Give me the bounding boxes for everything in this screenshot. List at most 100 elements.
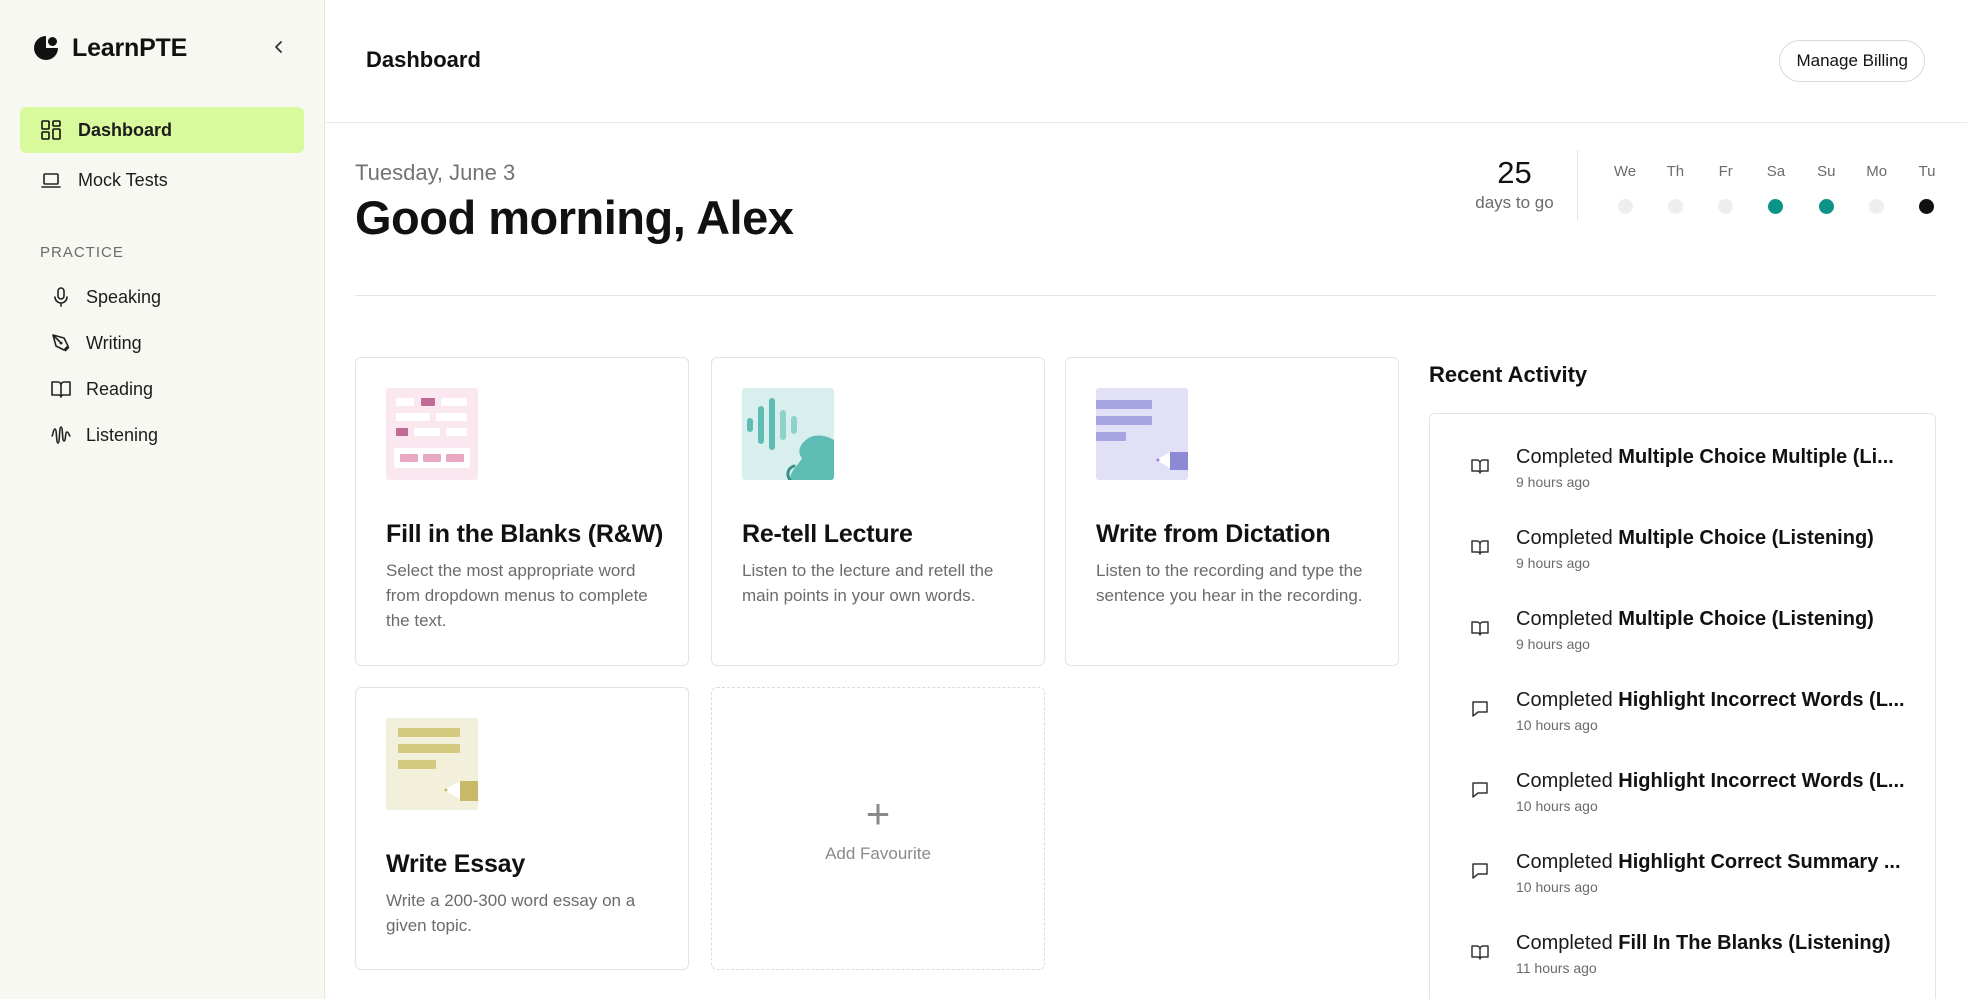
nav-item-label: Mock Tests xyxy=(78,169,168,190)
streak-day-label: Tu xyxy=(1918,163,1936,180)
activity-item[interactable]: Completed Fill In The Blanks (Listening)… xyxy=(1470,932,1900,992)
activity-item[interactable]: Completed Highlight Correct Summary ... 1… xyxy=(1470,851,1901,911)
activity-item[interactable]: Completed Highlight Incorrect Words (L..… xyxy=(1470,770,1905,830)
activity-prefix: Completed xyxy=(1516,527,1613,549)
favourite-card-re-tell-lecture[interactable]: Re-tell Lecture Listen to the lecture an… xyxy=(711,357,1045,666)
activity-time: 9 hours ago xyxy=(1516,636,1590,652)
activity-name: Highlight Incorrect Words (L... xyxy=(1618,770,1905,792)
streak-day-label: Su xyxy=(1817,163,1836,180)
streak-dot xyxy=(1718,199,1734,214)
streak-day: Tu xyxy=(1907,163,1947,214)
sidebar-item-label: Listening xyxy=(86,424,159,445)
sidebar-item-label: Writing xyxy=(86,332,142,353)
streak-day: Su xyxy=(1806,163,1846,214)
chat-icon xyxy=(1470,780,1490,800)
activity-prefix: Completed xyxy=(1516,932,1613,954)
microphone-icon xyxy=(54,287,68,307)
activity-text: Completed Multiple Choice Multiple (Li..… xyxy=(1516,446,1906,469)
section-divider xyxy=(355,295,1936,296)
nav-item-dashboard[interactable]: Dashboard xyxy=(20,107,304,153)
activity-text: Completed Highlight Incorrect Words (L..… xyxy=(1516,770,1906,793)
card-title: Write Essay xyxy=(386,850,526,878)
activity-text: Completed Multiple Choice (Listening) xyxy=(1516,527,1906,550)
favourite-card-write-from-dictation[interactable]: Write from Dictation Listen to the recor… xyxy=(1065,357,1399,666)
activity-prefix: Completed xyxy=(1516,608,1613,630)
laptop-icon xyxy=(41,173,61,188)
activity-text: Completed Fill In The Blanks (Listening) xyxy=(1516,932,1906,955)
add-favourite-button[interactable]: + Add Favourite xyxy=(711,687,1045,970)
chat-icon xyxy=(1470,699,1490,719)
brand-name: LearnPTE xyxy=(72,33,188,62)
card-title: Write from Dictation xyxy=(1096,520,1331,548)
streak-day-label: We xyxy=(1613,163,1637,180)
activity-item[interactable]: Completed Multiple Choice (Listening) 9 h… xyxy=(1470,608,1900,668)
streak-dot xyxy=(1818,199,1834,214)
add-favourite-label: Add Favourite xyxy=(825,843,931,863)
nav-item-mock-tests[interactable]: Mock Tests xyxy=(20,157,304,203)
countdown-label: days to go xyxy=(1475,193,1554,212)
logo-icon xyxy=(34,36,58,60)
book-icon xyxy=(1470,537,1490,557)
sidebar-item-speaking[interactable]: Speaking xyxy=(30,277,300,317)
chevron-left-icon xyxy=(275,41,282,53)
activity-name: Multiple Choice (Listening) xyxy=(1618,527,1874,549)
activity-prefix: Completed xyxy=(1516,689,1613,711)
activity-item[interactable]: Completed Highlight Incorrect Words (L..… xyxy=(1470,689,1905,749)
activity-prefix: Completed xyxy=(1516,446,1613,468)
book-icon xyxy=(1470,942,1490,962)
streak-dot xyxy=(1869,199,1885,214)
favourite-card-write-essay[interactable]: Write Essay Write a 200-300 word essay o… xyxy=(355,687,689,970)
streak-dot xyxy=(1617,199,1633,214)
activity-name: Multiple Choice Multiple (Li... xyxy=(1618,446,1894,468)
countdown-divider xyxy=(1577,150,1578,220)
sidebar-item-reading[interactable]: Reading xyxy=(30,369,300,409)
card-description: Listen to the recording and type the sen… xyxy=(1096,561,1363,605)
pen-icon xyxy=(52,334,70,352)
activity-name: Fill In The Blanks (Listening) xyxy=(1618,932,1891,954)
activity-time: 11 hours ago xyxy=(1516,960,1597,976)
collapse-sidebar-button[interactable] xyxy=(268,36,290,58)
card-description: Select the most appropriate word from dr… xyxy=(386,561,648,630)
card-description: Listen to the lecture and retell the mai… xyxy=(742,561,994,605)
streak-day: Fr xyxy=(1706,163,1746,214)
greeting-heading: Good morning, Alex xyxy=(355,191,794,244)
activity-text: Completed Multiple Choice (Listening) xyxy=(1516,608,1906,631)
dashboard-grid-icon xyxy=(41,120,61,140)
manage-billing-button[interactable]: Manage Billing xyxy=(1779,40,1925,82)
streak-day-label: Mo xyxy=(1866,163,1888,180)
sidebar-item-writing[interactable]: Writing xyxy=(30,323,300,363)
activity-item[interactable]: Completed Multiple Choice (Listening) 9 h… xyxy=(1470,527,1900,587)
page-title: Dashboard xyxy=(366,47,481,72)
top-header: Dashboard Manage Billing xyxy=(326,0,1967,123)
streak-day: Mo xyxy=(1857,163,1897,214)
streak-day-label: Th xyxy=(1666,163,1685,180)
book-icon xyxy=(1470,618,1490,638)
sidebar-item-listening[interactable]: Listening xyxy=(30,415,300,455)
streak-dot xyxy=(1919,199,1935,214)
recent-activity-title: Recent Activity xyxy=(1429,362,1588,387)
nav-item-label: Dashboard xyxy=(78,119,173,140)
activity-time: 10 hours ago xyxy=(1516,879,1598,895)
write-essay-illustration xyxy=(386,718,478,810)
streak-day: Th xyxy=(1655,163,1695,214)
sidebar-item-label: Reading xyxy=(86,378,154,399)
waveform-icon xyxy=(51,426,71,444)
chat-icon xyxy=(1470,861,1490,881)
activity-time: 10 hours ago xyxy=(1516,798,1598,814)
favourite-card-fill-in-the-blanks[interactable]: Fill in the Blanks (R&W) Select the most… xyxy=(355,357,689,666)
book-icon xyxy=(51,381,71,398)
book-icon xyxy=(1470,456,1490,476)
activity-text: Completed Highlight Incorrect Words (L..… xyxy=(1516,689,1906,712)
streak-day: We xyxy=(1605,163,1645,214)
retell-lecture-illustration xyxy=(742,388,834,480)
countdown-value: 25 xyxy=(1497,155,1532,190)
practice-section-label: PRACTICE xyxy=(40,244,124,261)
brand[interactable]: LearnPTE xyxy=(30,32,187,64)
streak-day-label: Fr xyxy=(1718,163,1733,180)
activity-item[interactable]: Completed Multiple Choice Multiple (Li..… xyxy=(1470,446,1900,506)
write-dictation-illustration xyxy=(1096,388,1188,480)
card-description: Write a 200-300 word essay on a given to… xyxy=(386,891,636,935)
streak-dot xyxy=(1768,199,1784,214)
activity-prefix: Completed xyxy=(1516,770,1613,792)
card-title: Fill in the Blanks (R&W) xyxy=(386,520,664,548)
